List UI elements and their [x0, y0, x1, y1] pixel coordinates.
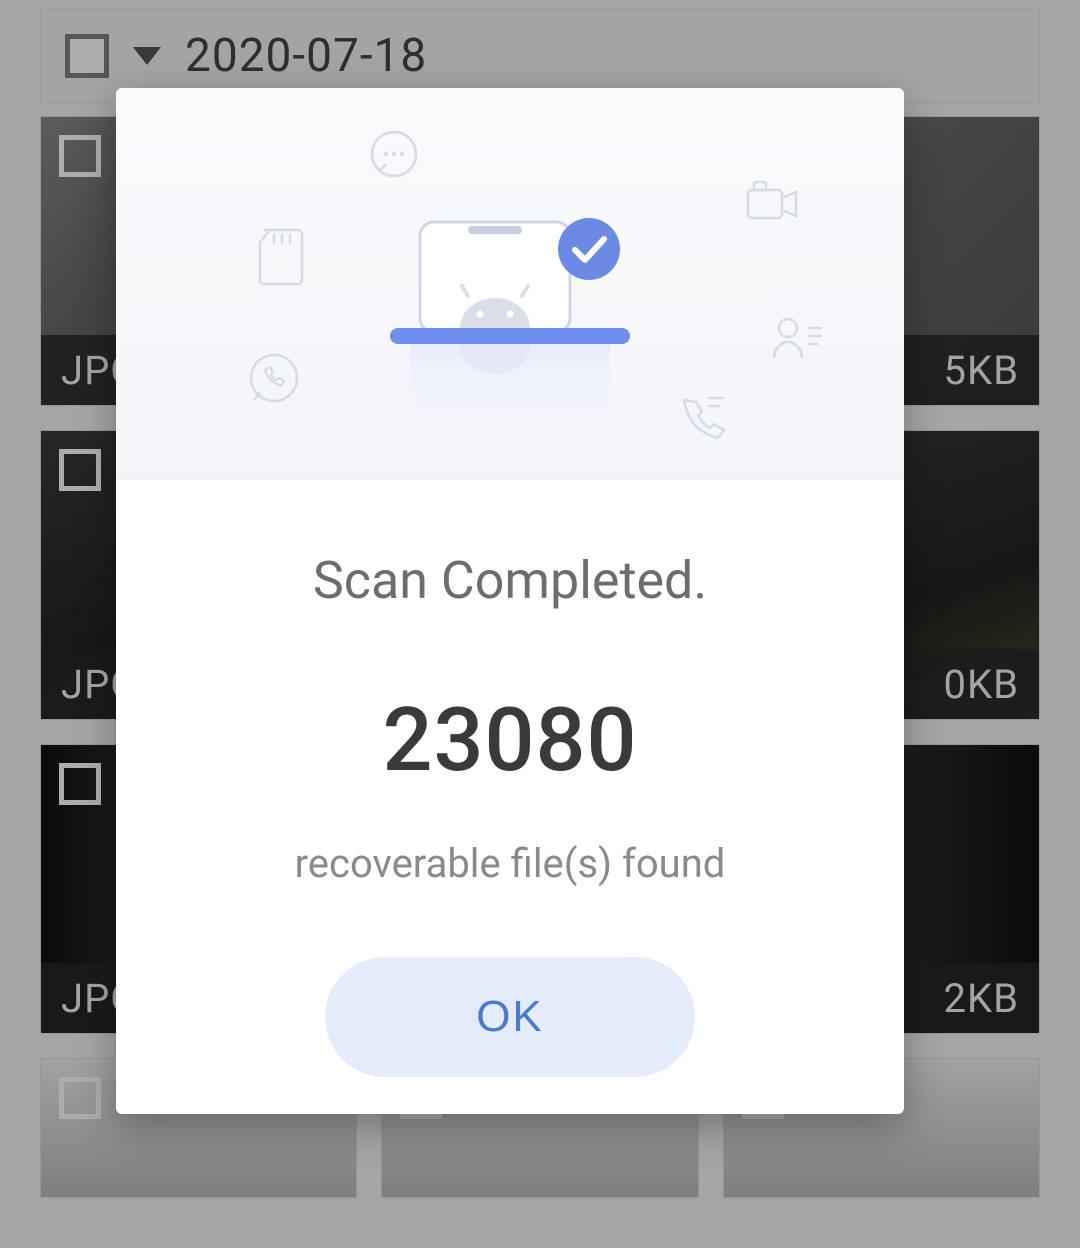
dialog-subtitle: recoverable file(s) found: [295, 840, 726, 887]
dialog-body: Scan Completed. 23080 recoverable file(s…: [116, 480, 904, 1114]
sdcard-icon: [256, 228, 306, 286]
checkmark-badge-icon: [556, 216, 622, 282]
recoverable-count: 23080: [382, 689, 637, 792]
calllog-icon: [674, 394, 730, 446]
chat-icon: [366, 128, 422, 184]
whatsapp-icon: [246, 350, 302, 406]
scan-complete-dialog: Scan Completed. 23080 recoverable file(s…: [116, 88, 904, 1114]
dialog-title: Scan Completed.: [313, 550, 707, 611]
ok-button[interactable]: OK: [325, 957, 695, 1077]
contact-icon: [770, 314, 826, 364]
video-icon: [744, 178, 802, 228]
dialog-illustration: [116, 88, 904, 480]
